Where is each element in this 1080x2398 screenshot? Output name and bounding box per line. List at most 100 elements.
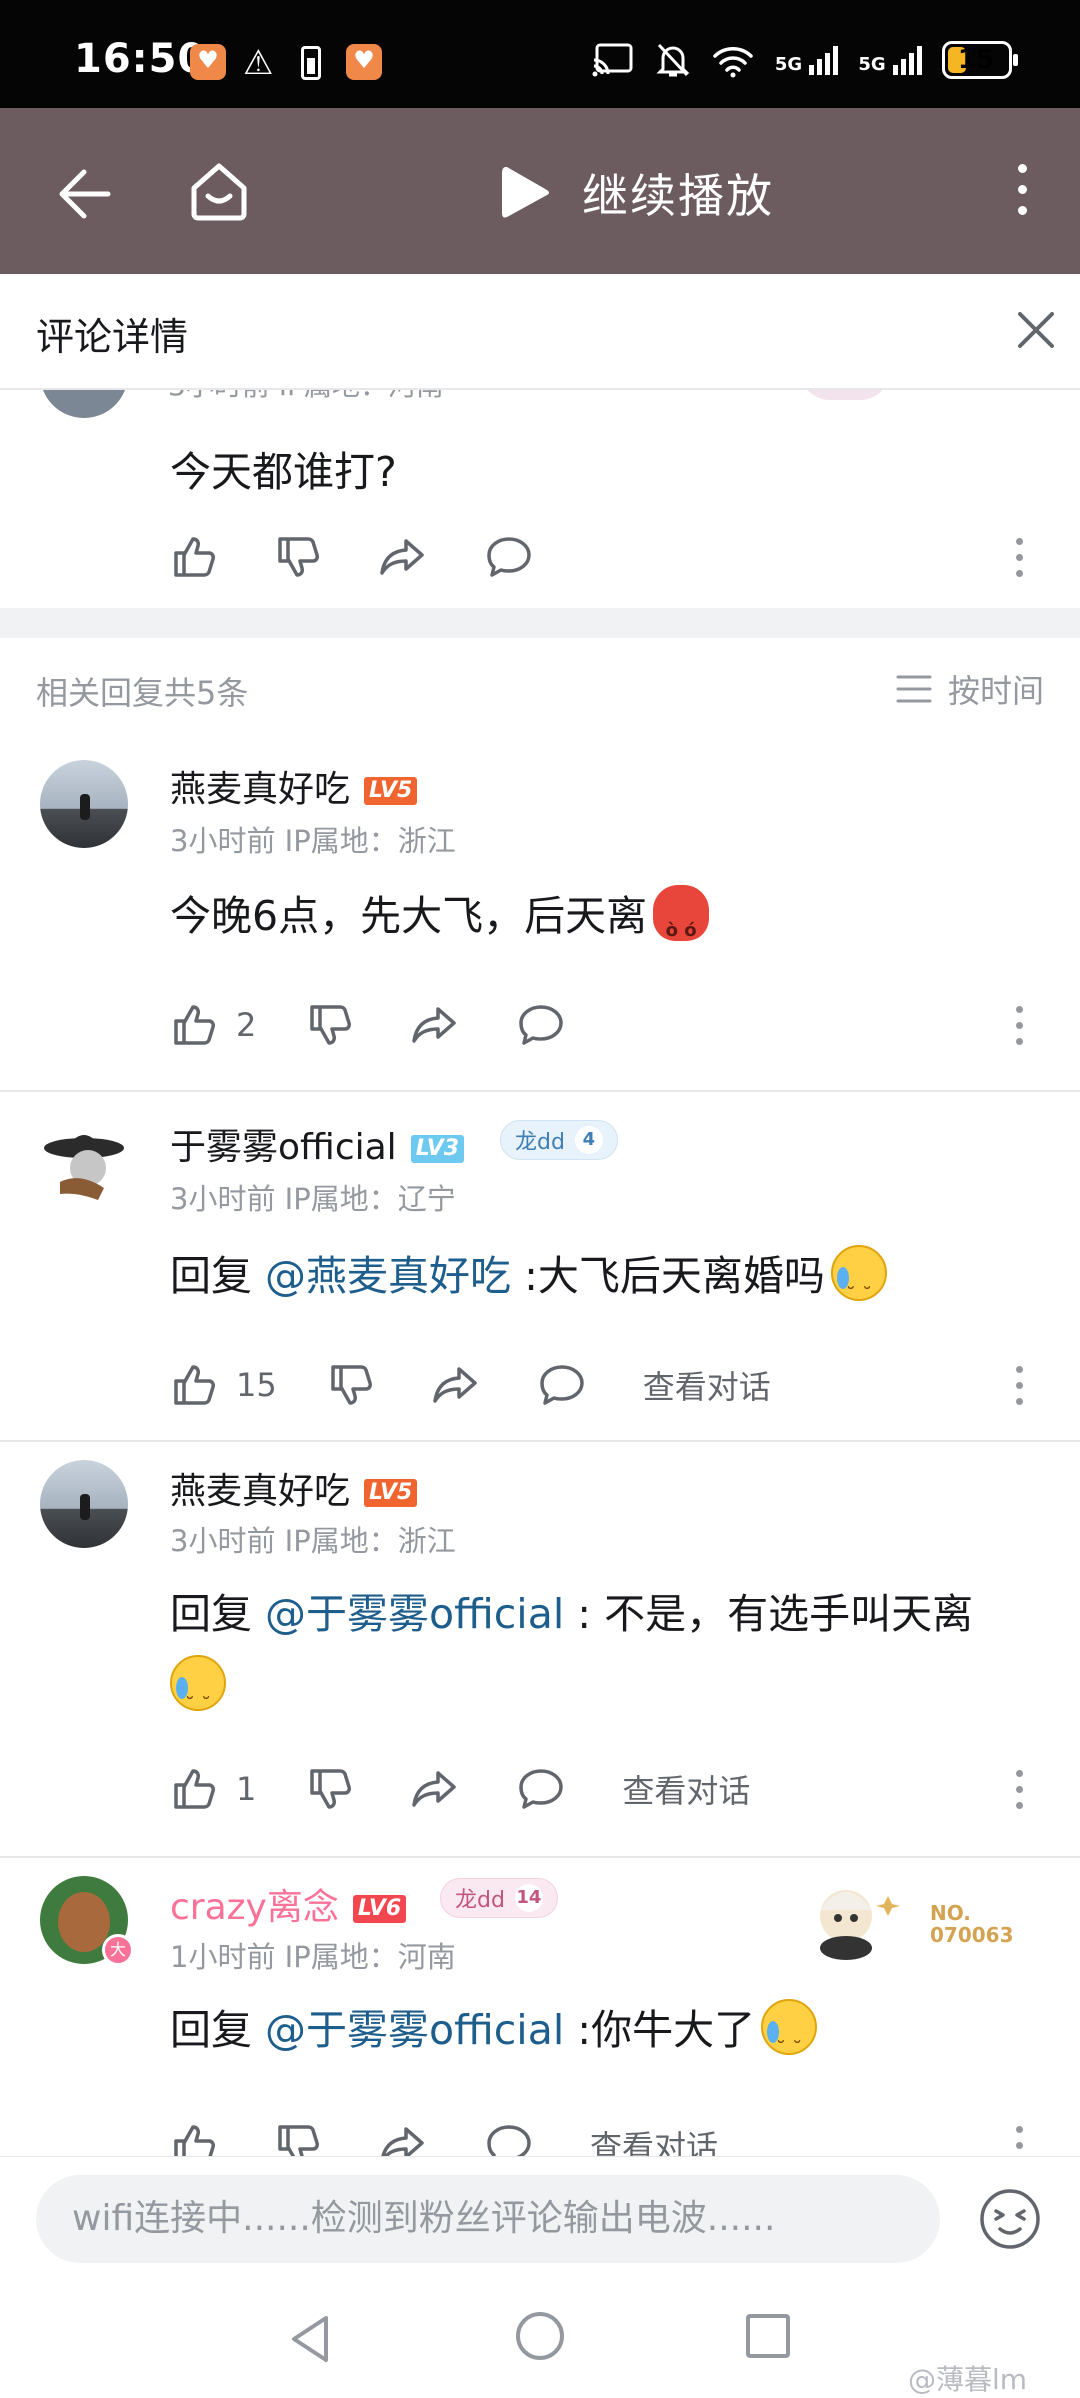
share-button[interactable] [378, 2121, 428, 2156]
more-options-button[interactable] [1010, 164, 1034, 224]
vip-badge: 大 [102, 1934, 134, 1966]
fan-medal-badge[interactable]: 龙dd 4 [500, 1120, 618, 1160]
emoji-picker-button[interactable] [978, 2187, 1042, 2251]
share-button[interactable] [410, 1765, 460, 1813]
avatar[interactable]: 大 [40, 1876, 134, 1966]
reply-more-button[interactable] [1016, 1366, 1024, 1406]
level-badge: LV3 [410, 1135, 465, 1163]
comment-thread[interactable]: 3小时前 IP属地：河南 今天都谁打? 相关回复共5条 按时间 燕麦真好吃 LV5… [0, 390, 1080, 2156]
username[interactable]: crazy离念 LV6 [170, 1878, 407, 1930]
view-conversation-button[interactable]: 查看对话 [622, 1766, 750, 1812]
reply-button[interactable] [484, 533, 534, 581]
level-badge: LV5 [364, 1479, 418, 1507]
reply-button[interactable] [516, 1765, 566, 1813]
avatar-decoration-icon[interactable] [800, 1876, 910, 1966]
reply-prefix: 回复 [170, 1590, 266, 1638]
thumbs-down-icon [310, 1769, 352, 1809]
view-conversation-button[interactable]: 查看对话 [643, 1362, 771, 1408]
avatar[interactable] [40, 1460, 128, 1548]
avatar[interactable] [40, 390, 128, 418]
view-conversation-label: 查看对话 [622, 1772, 751, 1810]
comment-input[interactable]: wifi连接中......检测到粉丝评论输出电波...... [36, 2175, 940, 2263]
angry-face-icon [653, 885, 710, 967]
fan-medal-level: 14 [514, 1884, 543, 1912]
system-navigation-bar: @薄暮lm [0, 2284, 1080, 2398]
reply-body: 今晚6点，先大飞，后天离 [170, 892, 648, 940]
like-count: 15 [236, 1366, 277, 1404]
share-button[interactable] [378, 533, 428, 581]
avatar-decoration [800, 390, 890, 400]
nav-recents-button[interactable] [746, 2314, 790, 2358]
dislike-button[interactable] [327, 1361, 375, 1409]
replies-count: 相关回复共5条 [36, 674, 249, 712]
speech-bubble-icon [487, 2125, 531, 2156]
mention-link[interactable]: @于雾雾official [265, 1590, 564, 1638]
sheet-title: 评论详情 [36, 315, 189, 359]
home-button[interactable] [186, 158, 252, 224]
dislike-button[interactable] [274, 2121, 322, 2156]
reply-more-button[interactable] [1016, 1770, 1024, 1810]
dislike-button[interactable] [306, 1001, 354, 1049]
sort-by-time-button[interactable]: 按时间 [896, 666, 1044, 712]
warning-icon: ⚠ [243, 43, 274, 83]
nav-back-button[interactable] [288, 2314, 332, 2368]
mention-link[interactable]: @燕麦真好吃 [265, 1252, 511, 1300]
status-bar: 16:50 ⚠ 5G 5G 15 [0, 0, 1080, 108]
mention-link[interactable]: @于雾雾official [265, 2006, 564, 2054]
nav-home-button[interactable] [516, 2312, 564, 2360]
comment-more-button[interactable] [1016, 538, 1024, 578]
username-text: 于雾雾official [170, 1127, 397, 1168]
like-button[interactable]: 1 [170, 1765, 256, 1813]
reply-more-button[interactable] [1016, 1006, 1024, 1046]
mute-bell-icon [656, 43, 690, 77]
username[interactable]: 燕麦真好吃 LV5 [170, 1462, 418, 1514]
like-button[interactable]: 2 [170, 1001, 256, 1049]
username[interactable]: 于雾雾official LV3 [170, 1118, 465, 1170]
avatar[interactable] [40, 1118, 128, 1206]
continue-play-button[interactable]: 继续播放 [498, 160, 774, 226]
network-type-label-2: 5G [858, 54, 886, 75]
username[interactable]: 燕麦真好吃 LV5 [170, 760, 418, 812]
reply-meta: 3小时前 IP属地：辽宁 [170, 1182, 456, 1216]
reply-more-button[interactable] [1016, 2126, 1024, 2156]
share-arrow-icon [432, 1367, 477, 1403]
speech-bubble-icon [487, 537, 531, 577]
battery-saver-icon [301, 46, 321, 80]
crying-laugh-icon [830, 1245, 887, 1331]
view-conversation-label: 查看对话 [590, 2128, 719, 2156]
back-button[interactable] [52, 160, 116, 224]
view-conversation-button[interactable]: 查看对话 [590, 2122, 718, 2156]
decoration-number: NO. 070063 [930, 1901, 1014, 1947]
like-button[interactable] [170, 533, 218, 581]
signal-bars-icon-2 [893, 46, 922, 75]
dislike-button[interactable] [306, 1765, 354, 1813]
fan-medal-badge[interactable]: 龙dd 14 [440, 1878, 558, 1918]
like-button[interactable] [170, 2121, 218, 2156]
reply-actions: 2 [170, 1000, 566, 1050]
share-button[interactable] [410, 1001, 460, 1049]
reply-meta: 3小时前 IP属地：浙江 [170, 824, 456, 858]
share-button[interactable] [431, 1361, 481, 1409]
reply-button[interactable] [484, 2121, 534, 2156]
reply-text: 回复 @燕麦真好吃 :大飞后天离婚吗 [170, 1240, 1030, 1331]
reply-actions: 1 查看对话 [170, 1764, 750, 1814]
reply-text: 今晚6点，先大飞，后天离 [170, 880, 1030, 967]
status-time: 16:50 [74, 36, 207, 82]
wifi-icon [713, 47, 753, 78]
close-button[interactable] [1012, 306, 1060, 354]
dislike-button[interactable] [274, 533, 322, 581]
reply-button[interactable] [516, 1001, 566, 1049]
reply-prefix: 回复 [170, 1252, 266, 1300]
back-arrow-icon [59, 169, 111, 219]
sort-lines-icon [896, 675, 932, 703]
reply-item: 燕麦真好吃 LV5 3小时前 IP属地：浙江 回复 @于雾雾official : … [0, 1442, 1080, 1812]
fan-medal-level: 4 [574, 1126, 603, 1154]
speech-bubble-icon [539, 1365, 584, 1405]
like-button[interactable]: 15 [170, 1361, 277, 1409]
player-header: 继续播放 [0, 108, 1080, 274]
reply-button[interactable] [537, 1361, 587, 1409]
share-arrow-icon [381, 2127, 424, 2156]
cast-icon [592, 43, 633, 77]
reply-body: : 不是，有选手叫天离 [564, 1590, 974, 1638]
avatar[interactable] [40, 760, 128, 848]
